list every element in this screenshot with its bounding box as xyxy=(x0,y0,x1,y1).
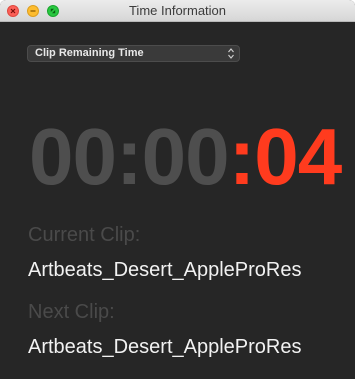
current-clip-label: Current Clip: xyxy=(28,224,141,246)
next-clip-value: Artbeats_Desert_AppleProRes xyxy=(28,336,302,358)
mode-select[interactable]: Clip Remaining Time xyxy=(27,45,240,62)
timecode-seconds-part: :04 xyxy=(228,112,343,201)
select-chevrons-icon xyxy=(228,48,234,59)
next-clip-label: Next Clip: xyxy=(28,301,115,323)
title-bar[interactable]: Time Information xyxy=(0,0,355,22)
timecode-display: 00:00:04 xyxy=(29,112,343,202)
time-information-window: Time Information Clip Remaining Time 00:… xyxy=(0,0,355,379)
mode-select-value: Clip Remaining Time xyxy=(35,47,144,59)
current-clip-value: Artbeats_Desert_AppleProRes xyxy=(28,259,302,281)
window-title: Time Information xyxy=(128,3,227,18)
timecode-elapsed-part: 00:00 xyxy=(29,112,230,201)
